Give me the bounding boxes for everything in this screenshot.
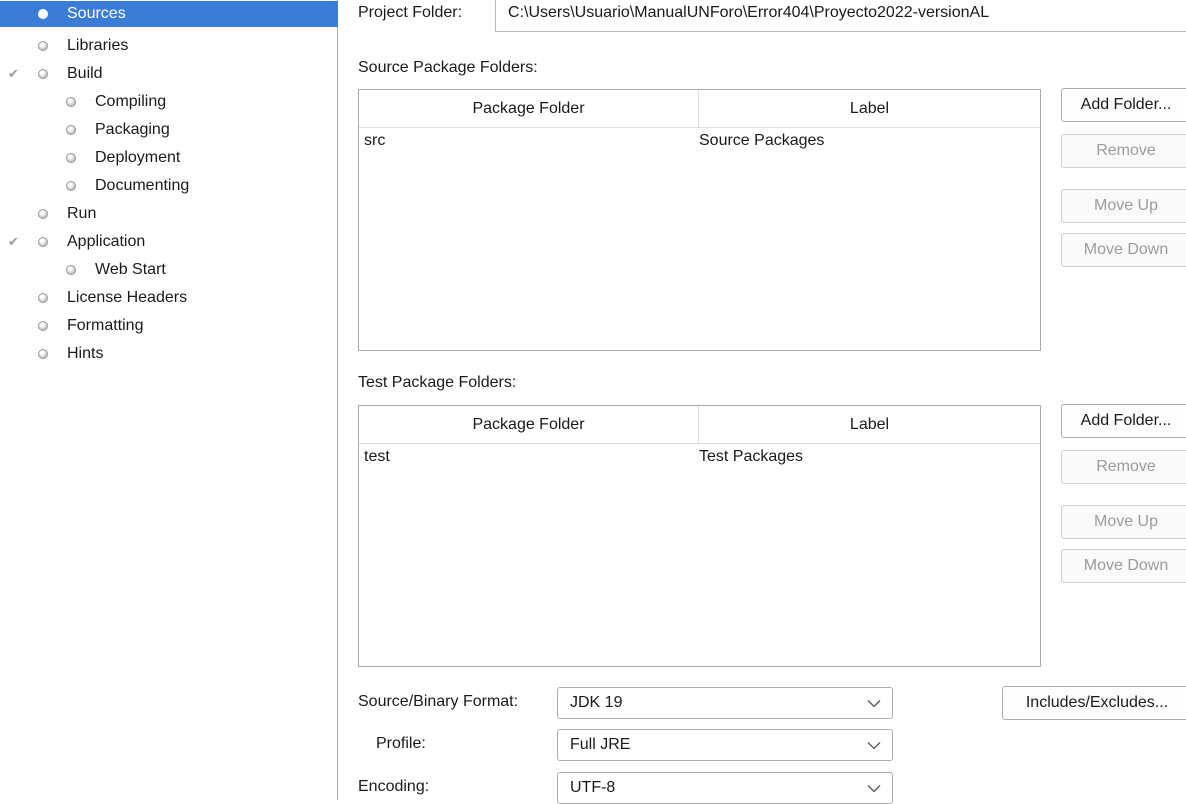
tree-item-label: Run (67, 205, 97, 222)
tree-item-label: Packaging (95, 121, 170, 138)
source-add-folder-button[interactable]: Add Folder... (1061, 88, 1186, 122)
category-tree: Sources Libraries ✔ Build Compiling Packaging… (0, 0, 338, 800)
profile-label: Profile: (376, 735, 426, 752)
column-header-package-folder[interactable]: Package Folder (359, 406, 699, 443)
encoding-value: UTF-8 (570, 779, 616, 796)
table-header: Package Folder Label (359, 406, 1040, 444)
source-move-up-button[interactable]: Move Up (1061, 189, 1186, 223)
tree-item-label: Build (67, 65, 103, 82)
bullet-icon (38, 349, 48, 359)
tree-item-formatting[interactable]: Formatting (38, 313, 143, 339)
bullet-icon (66, 153, 76, 163)
encoding-label: Encoding: (358, 778, 430, 795)
test-folders-table[interactable]: Package Folder Label test Test Packages (358, 405, 1041, 667)
tree-item-label: Documenting (95, 177, 190, 194)
encoding-select[interactable]: UTF-8 (557, 772, 893, 804)
table-header: Package Folder Label (359, 90, 1040, 128)
source-binary-format-label: Source/Binary Format: (358, 693, 519, 710)
test-move-up-button[interactable]: Move Up (1061, 505, 1186, 539)
bullet-icon (66, 181, 76, 191)
project-folder-field[interactable]: C:\Users\Usuario\ManualUNForo\Error404\P… (495, 0, 1186, 32)
tree-item-build[interactable]: ✔ Build (8, 61, 103, 87)
tree-item-sources[interactable]: Sources (0, 1, 338, 27)
source-package-folders-title: Source Package Folders: (358, 59, 538, 76)
tree-item-label: Libraries (67, 37, 129, 54)
column-header-label[interactable]: Label (699, 90, 1040, 127)
tree-item-label: Web Start (95, 261, 166, 278)
tree-item-libraries[interactable]: Libraries (38, 33, 128, 59)
includes-excludes-button[interactable]: Includes/Excludes... (1002, 686, 1186, 720)
table-row[interactable]: src Source Packages (359, 128, 1040, 154)
tree-item-application[interactable]: ✔ Application (8, 229, 146, 255)
package-folder-cell[interactable]: src (359, 132, 699, 150)
tree-item-compiling[interactable]: Compiling (66, 89, 166, 115)
bullet-icon (38, 69, 48, 79)
package-folder-cell[interactable]: test (359, 448, 699, 466)
sources-panel: Project Folder: C:\Users\Usuario\ManualU… (339, 0, 1186, 804)
label-cell[interactable]: Test Packages (699, 448, 1040, 466)
tree-item-label: Hints (67, 345, 104, 362)
bullet-icon (38, 237, 48, 247)
column-header-package-folder[interactable]: Package Folder (359, 90, 699, 127)
project-folder-label: Project Folder: (358, 4, 463, 21)
profile-value: Full JRE (570, 736, 631, 753)
bullet-icon (66, 97, 76, 107)
tree-item-web-start[interactable]: Web Start (66, 257, 166, 283)
bullet-icon (38, 41, 48, 51)
bullet-icon (38, 321, 48, 331)
bullet-icon (66, 265, 76, 275)
bullet-icon (66, 125, 76, 135)
tree-item-hints[interactable]: Hints (38, 341, 103, 367)
tree-item-run[interactable]: Run (38, 201, 96, 227)
chevron-down-icon (856, 784, 892, 793)
source-binary-format-select[interactable]: JDK 19 (557, 687, 893, 719)
bullet-icon (38, 293, 48, 303)
test-move-down-button[interactable]: Move Down (1061, 549, 1186, 583)
source-folders-table[interactable]: Package Folder Label src Source Packages (358, 89, 1041, 351)
label-cell[interactable]: Source Packages (699, 132, 1040, 150)
tree-item-license-headers[interactable]: License Headers (38, 285, 187, 311)
tree-item-label: Formatting (67, 317, 144, 334)
tree-item-label: Compiling (95, 93, 167, 110)
profile-select[interactable]: Full JRE (557, 729, 893, 761)
chevron-down-icon (856, 741, 892, 750)
bullet-icon (38, 209, 48, 219)
tree-item-packaging[interactable]: Packaging (66, 117, 170, 143)
tree-item-documenting[interactable]: Documenting (66, 173, 189, 199)
tree-item-label: Application (67, 233, 146, 250)
test-add-folder-button[interactable]: Add Folder... (1061, 404, 1186, 438)
bullet-icon (38, 9, 48, 19)
source-move-down-button[interactable]: Move Down (1061, 233, 1186, 267)
checkmark-icon: ✔ (8, 234, 19, 249)
source-remove-button[interactable]: Remove (1061, 134, 1186, 168)
tree-item-label: Sources (67, 5, 126, 22)
tree-item-deployment[interactable]: Deployment (66, 145, 180, 171)
checkmark-icon: ✔ (8, 66, 19, 81)
test-remove-button[interactable]: Remove (1061, 450, 1186, 484)
test-package-folders-title: Test Package Folders: (358, 374, 517, 391)
column-header-label[interactable]: Label (699, 406, 1040, 443)
chevron-down-icon (856, 699, 892, 708)
table-row[interactable]: test Test Packages (359, 444, 1040, 470)
tree-item-label: Deployment (95, 149, 181, 166)
source-binary-format-value: JDK 19 (570, 694, 623, 711)
tree-item-label: License Headers (67, 289, 188, 306)
